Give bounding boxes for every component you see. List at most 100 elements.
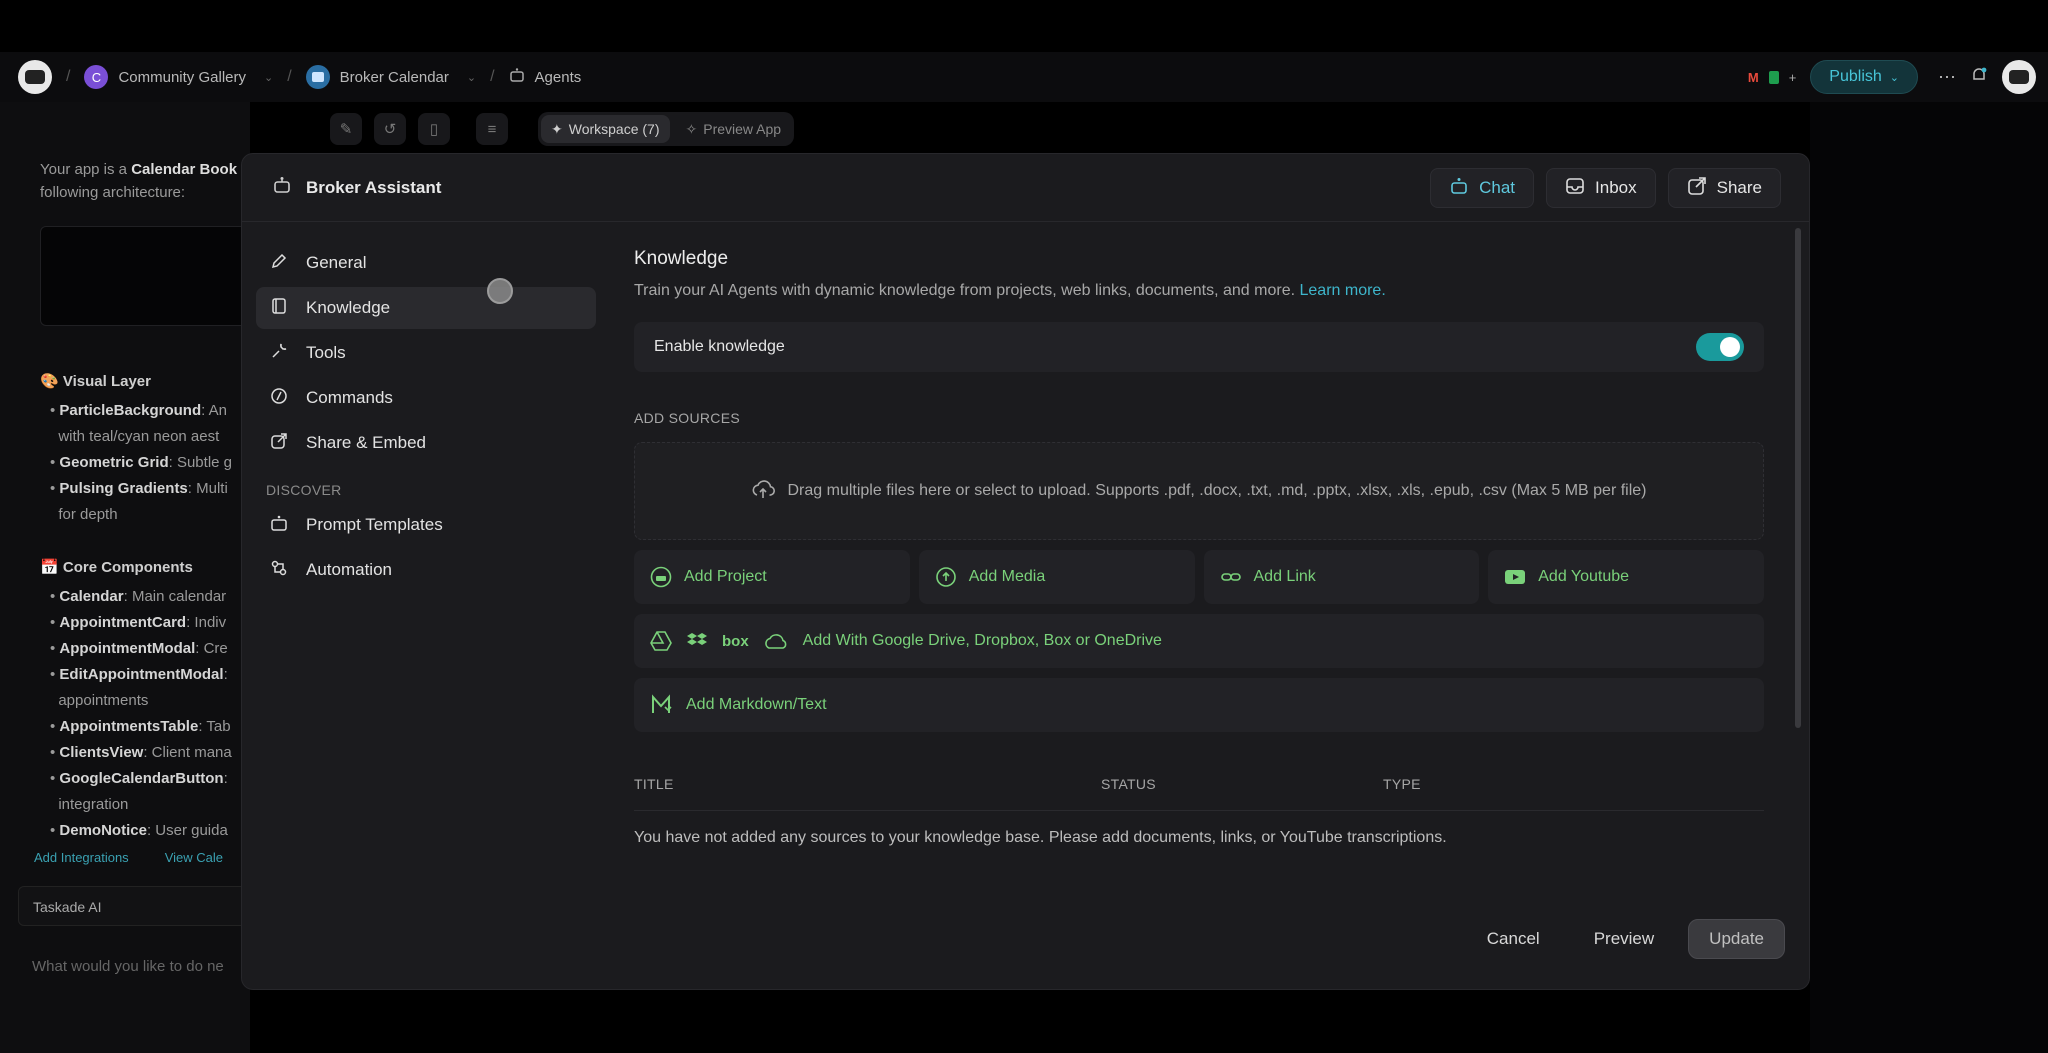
list-item: • GoogleCalendarButton: — [50, 770, 228, 787]
link-icon — [1220, 566, 1242, 588]
section-title: Knowledge — [634, 248, 729, 269]
ai-model-selector[interactable]: Taskade AI — [18, 886, 250, 926]
list-item: • ClientsView: Client mana — [50, 744, 232, 761]
update-button[interactable]: Update — [1688, 919, 1785, 959]
nav-tools[interactable]: Tools — [256, 332, 596, 374]
book-icon — [270, 297, 288, 320]
modal-footer: Cancel Preview Update — [1467, 919, 1785, 959]
robot-icon — [270, 514, 288, 537]
robot-icon — [272, 175, 292, 200]
workspace-icon: ✦ — [551, 120, 563, 137]
view-calendar-link[interactable]: View Cale — [165, 850, 223, 865]
breadcrumb-community-gallery[interactable]: C Community Gallery ⌄ — [84, 65, 273, 89]
enable-knowledge-label: Enable knowledge — [654, 338, 785, 355]
enable-knowledge-toggle[interactable] — [1696, 333, 1744, 361]
architecture-diagram-thumbnail[interactable] — [40, 226, 250, 326]
enable-knowledge-row: Enable knowledge — [634, 322, 1764, 372]
menu-icon[interactable]: ≡ — [476, 113, 508, 145]
view-switcher: ✦ Workspace (7) ✧ Preview App — [538, 112, 795, 146]
add-youtube-button[interactable]: Add Youtube — [1488, 550, 1764, 604]
core-components-list: • Calendar: Main calendar • AppointmentC… — [50, 584, 250, 844]
share-button[interactable]: Share — [1667, 168, 1781, 208]
slash-command-icon — [270, 387, 288, 410]
wrench-icon — [270, 342, 288, 365]
add-sources-label: ADD SOURCES — [634, 410, 740, 426]
add-markdown-button[interactable]: Add Markdown/Text — [634, 678, 1764, 732]
integration-icons: M + — [1748, 70, 1796, 85]
pencil-icon — [270, 252, 288, 275]
cancel-button[interactable]: Cancel — [1467, 919, 1560, 959]
robot-icon — [509, 67, 525, 87]
learn-more-link[interactable]: Learn more. — [1300, 282, 1386, 299]
automation-icon — [270, 559, 288, 582]
gmail-icon[interactable]: M — [1748, 70, 1759, 85]
assistant-message: Your app is a Calendar Book following ar… — [40, 161, 238, 201]
share-icon — [270, 432, 288, 455]
media-upload-icon — [935, 566, 957, 588]
list-item: • Pulsing Gradients: Multi — [50, 480, 228, 497]
edit-icon[interactable]: ✎ — [330, 113, 362, 145]
chevron-down-icon: ⌄ — [466, 71, 477, 84]
inbox-button[interactable]: Inbox — [1546, 168, 1656, 208]
list-item: • ParticleBackground: An — [50, 402, 227, 419]
project-icon — [650, 566, 672, 588]
column-title: TITLE — [634, 776, 674, 792]
chat-button[interactable]: Chat — [1430, 168, 1535, 208]
dropbox-icon — [686, 631, 708, 651]
robot-icon — [1449, 176, 1469, 201]
list-item: with teal/cyan neon aest — [58, 428, 220, 445]
publish-button[interactable]: Publish ⌄ — [1810, 60, 1918, 94]
app-logo-icon[interactable] — [18, 60, 52, 94]
nav-prompt-templates[interactable]: Prompt Templates — [256, 504, 596, 546]
app-header: / C Community Gallery ⌄ / Broker Calenda… — [0, 52, 2048, 102]
visual-layer-heading: 🎨 Visual Layer — [40, 373, 151, 390]
discover-section-label: DISCOVER — [266, 482, 342, 498]
history-icon[interactable]: ↺ — [374, 113, 406, 145]
breadcrumb-label: Broker Calendar — [339, 68, 449, 86]
breadcrumb-label: Community Gallery — [118, 68, 246, 86]
sources-table-header: TITLE STATUS TYPE — [634, 776, 1764, 811]
workspace-tab[interactable]: ✦ Workspace (7) — [541, 115, 670, 143]
project-badge-icon — [305, 65, 330, 89]
ai-chat-panel: Your app is a Calendar Book following ar… — [0, 102, 250, 1053]
list-item: • EditAppointmentModal: — [50, 666, 228, 683]
nav-commands[interactable]: Commands — [256, 377, 596, 419]
panel-toggle-icon[interactable]: ▯ — [418, 113, 450, 145]
workspace-badge: C — [84, 65, 109, 89]
content-scrollbar[interactable] — [1795, 228, 1801, 728]
nav-share-embed[interactable]: Share & Embed — [256, 422, 596, 464]
add-integration-icon[interactable]: + — [1789, 70, 1797, 85]
preview-app-tab[interactable]: ✧ Preview App — [676, 115, 792, 143]
add-media-button[interactable]: Add Media — [918, 550, 1195, 604]
add-integrations-link[interactable]: Add Integrations — [34, 850, 129, 865]
agent-settings-modal: Broker Assistant Chat Inbox Share Genera… — [241, 153, 1810, 990]
list-item: • AppointmentsTable: Tab — [50, 718, 231, 735]
breadcrumb-broker-calendar[interactable]: Broker Calendar ⌄ — [305, 65, 477, 89]
sheets-icon[interactable] — [1768, 70, 1779, 84]
box-icon: box — [722, 632, 749, 650]
add-cloud-storage-button[interactable]: box Add With Google Drive, Dropbox, Box … — [634, 614, 1764, 668]
file-upload-dropzone[interactable]: Drag multiple files here or select to up… — [634, 442, 1764, 540]
add-project-button[interactable]: Add Project — [634, 550, 910, 604]
preview-button[interactable]: Preview — [1574, 919, 1674, 959]
modal-title: Broker Assistant — [306, 177, 442, 197]
nav-automation[interactable]: Automation — [256, 549, 596, 591]
breadcrumb-label: Agents — [534, 68, 582, 86]
add-link-button[interactable]: Add Link — [1203, 550, 1480, 604]
chat-prompt-input[interactable]: What would you like to do ne — [18, 948, 250, 985]
onedrive-icon — [763, 632, 789, 650]
list-item: • Geometric Grid: Subtle g — [50, 454, 233, 471]
empty-sources-message: You have not added any sources to your k… — [634, 829, 1447, 846]
breadcrumb-agents[interactable]: Agents — [509, 67, 582, 87]
column-type: TYPE — [1383, 776, 1421, 792]
modal-header: Broker Assistant Chat Inbox Share — [242, 154, 1809, 222]
screen-top-margin — [0, 0, 2048, 52]
notification-bell-icon[interactable] — [1970, 66, 1988, 89]
core-components-heading: 📅 Core Components — [40, 559, 193, 576]
more-options-icon[interactable]: ⋯ — [1938, 67, 1956, 88]
inbox-icon — [1565, 176, 1585, 201]
nav-knowledge[interactable]: Knowledge — [256, 287, 596, 329]
nav-general[interactable]: General — [256, 242, 596, 284]
user-avatar[interactable] — [2002, 60, 2036, 94]
settings-nav: General Knowledge Tools Commands Share &… — [256, 242, 596, 594]
